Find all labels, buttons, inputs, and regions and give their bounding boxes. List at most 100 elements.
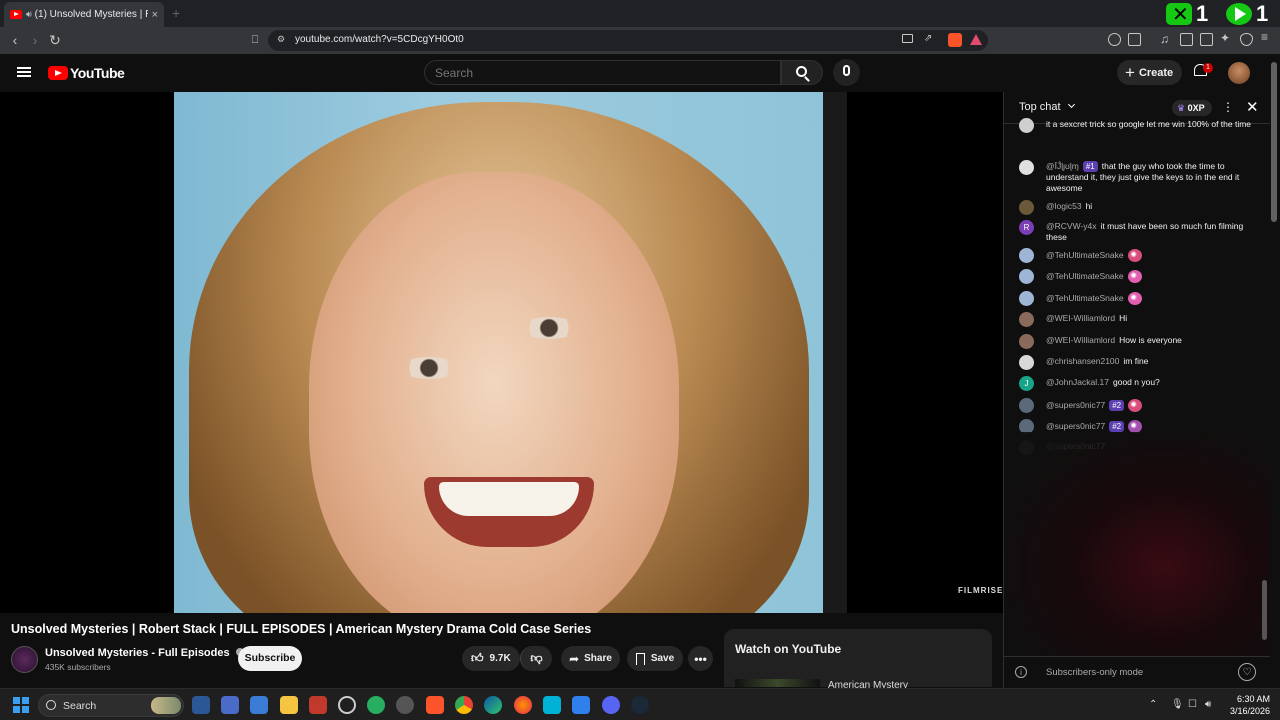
firefox-icon[interactable]	[514, 696, 532, 714]
next-video-thumbnail[interactable]	[735, 679, 820, 687]
tray-overflow-icon[interactable]: ⌃	[1149, 699, 1157, 710]
guide-menu-icon[interactable]	[17, 67, 31, 77]
music-icon[interactable]: ♫	[1160, 32, 1173, 46]
sidebar-icon[interactable]	[1180, 33, 1193, 46]
voice-search-button[interactable]	[833, 59, 860, 86]
page-scrollbar-thumb[interactable]	[1271, 62, 1277, 222]
chat-mode-dropdown[interactable]: Top chat	[1019, 100, 1075, 113]
vpn-shield-icon[interactable]	[1240, 33, 1253, 46]
youtube-logo[interactable]: YouTube	[48, 65, 125, 81]
chat-more-options-icon[interactable]: ⋮	[1222, 100, 1234, 114]
chat-author-avatar[interactable]	[1019, 398, 1034, 413]
more-actions-button[interactable]: •••	[688, 646, 713, 671]
create-label: Create	[1138, 66, 1174, 79]
media-app-icon[interactable]	[543, 696, 561, 714]
speedometer-app-icon[interactable]	[338, 696, 356, 714]
back-icon[interactable]: ‹	[7, 32, 23, 48]
file-explorer-icon[interactable]	[280, 696, 298, 714]
chat-author-name[interactable]: @TehUltimateSnake	[1046, 271, 1124, 281]
channel-name[interactable]: Unsolved Mysteries - Full Episodes	[45, 647, 244, 659]
chat-author-name[interactable]: @WEI-Williamlord	[1046, 335, 1115, 345]
leo-ai-icon[interactable]: ✦	[1220, 31, 1233, 45]
system-clock[interactable]: 6:30 AM 3/16/2026	[1222, 693, 1270, 717]
search-input[interactable]	[435, 66, 765, 80]
chat-author-avatar[interactable]	[1019, 160, 1034, 175]
terminal-app-icon[interactable]	[221, 696, 239, 714]
bookmark-icon[interactable]: ⎕	[247, 32, 263, 48]
dislike-button[interactable]: 👎︎	[520, 646, 552, 671]
chat-author-name[interactable]: @ĪĴɭȷʊɭɱ	[1046, 161, 1079, 171]
video-player[interactable]: FILMRISE	[0, 92, 1003, 613]
chat-author-name[interactable]: @TehUltimateSnake	[1046, 293, 1124, 303]
chat-author-avatar[interactable]: J	[1019, 376, 1034, 391]
vscode-icon[interactable]	[572, 696, 590, 714]
plus-icon: +	[1125, 62, 1135, 82]
subscribe-button[interactable]: Subscribe	[238, 646, 302, 671]
github-app-icon[interactable]	[396, 696, 414, 714]
discord-icon[interactable]	[602, 696, 620, 714]
extension-counter-2[interactable]: 1	[1226, 1, 1268, 26]
extensions-icon[interactable]	[1108, 33, 1121, 46]
chat-author-name[interactable]: @TehUltimateSnake	[1046, 250, 1124, 260]
edge-icon[interactable]	[484, 696, 502, 714]
brave-browser-icon[interactable]	[426, 696, 444, 714]
xp-badge[interactable]: ♛ 0XP	[1172, 100, 1212, 116]
share-page-icon[interactable]: ⇗	[924, 33, 932, 44]
create-button[interactable]: + Create	[1117, 60, 1182, 85]
network-tool-icon[interactable]	[192, 696, 210, 714]
tray-volume-icon[interactable]: 🔊︎	[1205, 699, 1211, 710]
portrait-eye-left	[399, 357, 459, 379]
tray-mic-icon[interactable]: 🎙︎	[1171, 699, 1184, 710]
chat-author-avatar[interactable]	[1019, 291, 1034, 306]
chat-author-name[interactable]: @chrishansen2100	[1046, 356, 1119, 366]
info-icon[interactable]: i	[1015, 666, 1027, 678]
forward-icon[interactable]: ›	[27, 32, 43, 48]
like-button[interactable]: 👍︎ 9.7K	[462, 646, 520, 671]
chat-author-avatar[interactable]	[1019, 200, 1034, 215]
chat-author-avatar[interactable]	[1019, 312, 1034, 327]
chat-author-avatar[interactable]	[1019, 248, 1034, 263]
menu-icon[interactable]: ≡	[1261, 30, 1274, 44]
save-button[interactable]: Save	[627, 646, 683, 671]
browser-tab[interactable]: 🔊︎ (1) Unsolved Mysteries | Robe ×	[4, 2, 164, 27]
wallet-icon[interactable]	[1200, 33, 1213, 46]
search-box[interactable]	[424, 60, 781, 85]
screenshot-icon[interactable]	[1128, 33, 1141, 46]
chat-author-name[interactable]: @JohnJackal.17	[1046, 377, 1109, 387]
brave-shield-icon[interactable]	[948, 33, 962, 47]
reload-icon[interactable]: ↻	[47, 32, 63, 48]
chat-author-avatar[interactable]	[1019, 334, 1034, 349]
chat-author-name[interactable]: @RCVW-y4x	[1046, 221, 1097, 231]
search-button[interactable]	[781, 60, 823, 85]
green-shield-app-icon[interactable]	[367, 696, 385, 714]
channel-avatar[interactable]	[11, 646, 38, 673]
account-avatar[interactable]	[1228, 62, 1250, 84]
chat-author-avatar[interactable]	[1019, 118, 1034, 133]
windows-start-icon[interactable]	[13, 697, 29, 713]
chat-author-avatar[interactable]: R	[1019, 220, 1034, 235]
chat-author-avatar[interactable]	[1019, 355, 1034, 370]
chat-author-name[interactable]: @WEI-Williamlord	[1046, 313, 1115, 323]
chat-author-name[interactable]: @supers0nic77	[1046, 400, 1105, 410]
heart-reaction-icon[interactable]: ♡	[1238, 663, 1256, 681]
address-bar[interactable]: ⚙ youtube.com/watch?v=5CDcgYH0Ot0 ⇗	[268, 30, 988, 51]
chat-author-avatar[interactable]	[1019, 269, 1034, 284]
chat-scrollbar[interactable]	[1262, 580, 1267, 640]
new-tab-button[interactable]: +	[172, 5, 180, 21]
chat-author-name[interactable]: @supers0nic77	[1046, 421, 1105, 431]
site-info-icon[interactable]: ⚙	[277, 34, 285, 45]
chat-author-name[interactable]: @logic53	[1046, 201, 1082, 211]
steam-icon[interactable]	[631, 696, 649, 714]
news-app-icon[interactable]	[309, 696, 327, 714]
share-button[interactable]: ➦ Share	[561, 646, 620, 671]
brave-rewards-icon[interactable]	[970, 34, 982, 45]
taskbar-search[interactable]: Search	[38, 694, 184, 717]
extension-counter-1[interactable]: ✕ 1	[1166, 1, 1208, 26]
remote-app-icon[interactable]	[250, 696, 268, 714]
tray-network-icon[interactable]: ☐	[1188, 699, 1197, 710]
close-chat-icon[interactable]: ✕	[1246, 98, 1259, 116]
cast-icon[interactable]	[902, 34, 913, 43]
watch-on-youtube-panel[interactable]: Watch on YouTube American Mystery	[724, 629, 992, 691]
tab-close-button[interactable]: ×	[152, 9, 158, 21]
chrome-icon[interactable]	[455, 696, 473, 714]
